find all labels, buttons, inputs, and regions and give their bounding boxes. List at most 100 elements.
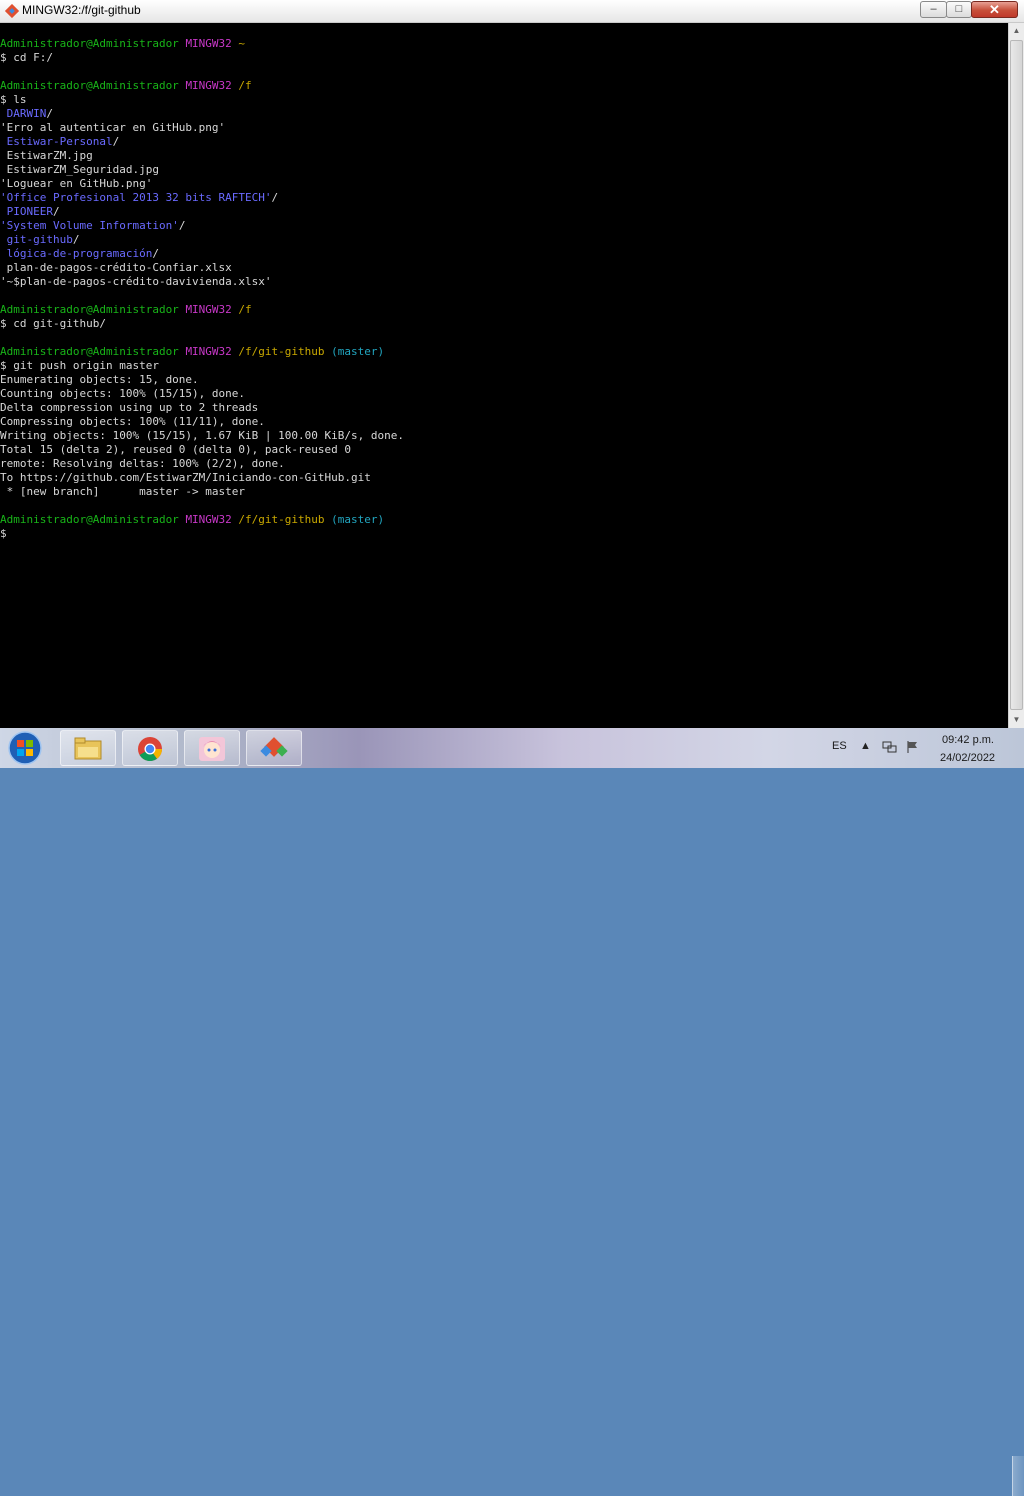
close-button[interactable]: ✕ [971, 1, 1018, 18]
terminal-line: PIONEER/ [0, 205, 1008, 219]
terminal-line: '~$plan-de-pagos-crédito-davivienda.xlsx… [0, 275, 1008, 289]
windows-start-orb-icon[interactable] [4, 730, 46, 766]
terminal-text: MINGW32 [185, 303, 232, 316]
terminal-text: (master) [331, 345, 385, 358]
terminal-text: ~ [238, 37, 246, 50]
terminal-line: EstiwarZM_Seguridad.jpg [0, 163, 1008, 177]
terminal-text: 'System Volume Information' [0, 219, 179, 232]
terminal-text: / [112, 135, 120, 148]
terminal-text: Administrador@Administrador [0, 79, 179, 92]
terminal-text: Writing objects: 100% (15/15), 1.67 KiB … [0, 429, 404, 442]
chrome-icon [138, 737, 162, 761]
network-icon[interactable] [882, 740, 898, 757]
terminal-line: Delta compression using up to 2 threads [0, 401, 1008, 415]
show-desktop-button[interactable] [1012, 1456, 1024, 1496]
terminal-line: Administrador@Administrador MINGW32 /f/g… [0, 345, 1008, 359]
terminal-text: 'Loguear en GitHub.png' [0, 177, 153, 190]
terminal-text: /f [238, 303, 252, 316]
taskbar-file-explorer-button[interactable] [60, 730, 116, 766]
taskbar-chrome-button[interactable] [122, 730, 178, 766]
terminal-text: Compressing objects: 100% (11/11), done. [0, 415, 265, 428]
taskbar-avatar-app-button[interactable] [184, 730, 240, 766]
terminal-text: /f/git-github [238, 513, 325, 526]
terminal-line: Enumerating objects: 15, done. [0, 373, 1008, 387]
minimize-button[interactable]: – [920, 1, 947, 18]
terminal-text: Administrador@Administrador [0, 345, 179, 358]
terminal-output[interactable]: Administrador@Administrador MINGW32 ~ $ c… [0, 23, 1008, 728]
terminal-text: 'Erro al autenticar en GitHub.png' [0, 121, 226, 134]
terminal-text: MINGW32 [185, 37, 232, 50]
terminal-line: 'System Volume Information'/ [0, 219, 1008, 233]
show-hidden-icons-chevron-icon[interactable]: ▲ [860, 740, 871, 752]
terminal-text: MINGW32 [185, 79, 232, 92]
terminal-text: EstiwarZM.jpg [0, 149, 93, 162]
scroll-down-arrow-icon[interactable]: ▼ [1009, 712, 1024, 728]
terminal-text: (master) [331, 513, 385, 526]
terminal-text: / [72, 233, 80, 246]
terminal-line: $ git push origin master [0, 359, 1008, 373]
terminal-text: Counting objects: 100% (15/15), done. [0, 387, 246, 400]
terminal-text: / [46, 107, 53, 120]
terminal-line: 'Erro al autenticar en GitHub.png' [0, 121, 1008, 135]
clock-time[interactable]: 09:42 p.m. [942, 734, 994, 746]
terminal-text: git-github [0, 233, 73, 246]
git-bash-icon [5, 4, 19, 18]
terminal-line: * [new branch] master -> master [0, 485, 1008, 499]
terminal-text: plan-de-pagos-crédito-Confiar.xlsx [0, 261, 232, 274]
terminal-line: $ [0, 527, 1008, 541]
terminal-text: /f [238, 79, 252, 92]
terminal-line: git-github/ [0, 233, 1008, 247]
git-bash-window: MINGW32:/f/git-github – □ ✕ Administrado… [0, 0, 1024, 728]
terminal-line: Estiwar-Personal/ [0, 135, 1008, 149]
language-indicator[interactable]: ES [832, 740, 847, 752]
git-bash-icon [260, 737, 288, 757]
terminal-line: Administrador@Administrador MINGW32 /f/g… [0, 513, 1008, 527]
terminal-line: Total 15 (delta 2), reused 0 (delta 0), … [0, 443, 1008, 457]
terminal-text: / [178, 219, 186, 232]
terminal-text: DARWIN [0, 107, 47, 120]
terminal-line: DARWIN/ [0, 107, 1008, 121]
title-bar[interactable]: MINGW32:/f/git-github – □ ✕ [0, 0, 1024, 23]
clock-date[interactable]: 24/02/2022 [940, 752, 995, 764]
terminal-text: MINGW32 [185, 345, 232, 358]
terminal-line: $ cd git-github/ [0, 317, 1008, 331]
scrollbar-thumb[interactable] [1010, 40, 1023, 710]
terminal-text: Enumerating objects: 15, done. [0, 373, 199, 386]
terminal-text: '~$plan-de-pagos-crédito-davivienda.xlsx… [0, 275, 272, 288]
terminal-text: lógica-de-programación [0, 247, 153, 260]
terminal-text: Administrador@Administrador [0, 303, 179, 316]
scroll-up-arrow-icon[interactable]: ▲ [1009, 23, 1024, 39]
window-title: MINGW32:/f/git-github [22, 3, 141, 17]
terminal-line: Writing objects: 100% (15/15), 1.67 KiB … [0, 429, 1008, 443]
terminal-text: Estiwar-Personal [0, 135, 113, 148]
terminal-line: Administrador@Administrador MINGW32 /f [0, 79, 1008, 93]
terminal-text: Administrador@Administrador [0, 513, 179, 526]
terminal-line: plan-de-pagos-crédito-Confiar.xlsx [0, 261, 1008, 275]
terminal-text: / [52, 205, 60, 218]
vertical-scrollbar[interactable]: ▲ ▼ [1008, 23, 1024, 728]
terminal-line: $ ls [0, 93, 1008, 107]
terminal-text: /f/git-github [238, 345, 325, 358]
taskbar-git-bash-button[interactable] [246, 730, 302, 766]
terminal-text: PIONEER [0, 205, 53, 218]
terminal-text: * [new branch] master -> master [0, 485, 246, 498]
anime-avatar-app-icon [199, 737, 225, 761]
terminal-text: Administrador@Administrador [0, 37, 179, 50]
terminal-text: To https://github.com/EstiwarZM/Iniciand… [0, 471, 371, 484]
terminal-text: MINGW32 [185, 513, 232, 526]
terminal-line: EstiwarZM.jpg [0, 149, 1008, 163]
terminal-line: 'Loguear en GitHub.png' [0, 177, 1008, 191]
terminal-text: $ git push origin master [0, 359, 159, 372]
terminal-text: Total 15 (delta 2), reused 0 (delta 0), … [0, 443, 351, 456]
terminal-text: $ [0, 527, 7, 540]
maximize-button[interactable]: □ [946, 1, 972, 18]
terminal-line: Counting objects: 100% (15/15), done. [0, 387, 1008, 401]
terminal-line: $ cd F:/ [0, 51, 1008, 65]
action-center-flag-icon[interactable] [906, 740, 920, 757]
terminal-line: Compressing objects: 100% (11/11), done. [0, 415, 1008, 429]
terminal-line: Administrador@Administrador MINGW32 /f [0, 303, 1008, 317]
